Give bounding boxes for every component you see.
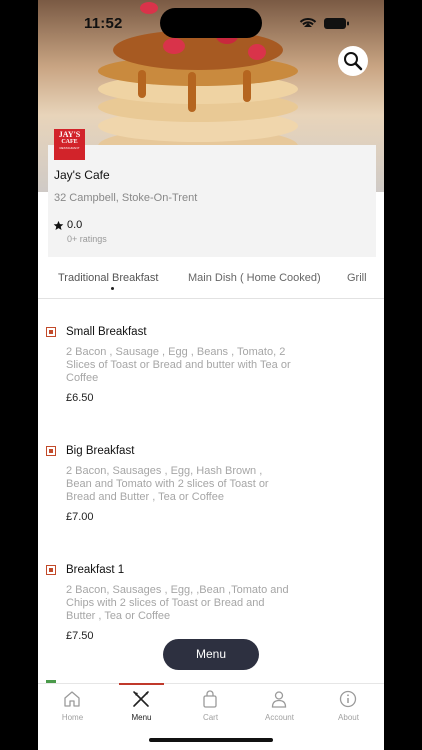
star-icon <box>53 220 64 230</box>
rating-value: 0.0 <box>67 219 83 231</box>
menu-item[interactable]: Breakfast 1 2 Bacon, Sausages , Egg, ,Be… <box>46 564 376 644</box>
item-description: 2 Bacon, Sausages , Egg, Hash Brown , Be… <box>66 465 269 503</box>
rating: 0.0 <box>53 219 82 231</box>
restaurant-logo: JAY'S CAFE RESTAURANT <box>54 129 85 160</box>
menu-item[interactable]: Big Breakfast 2 Bacon, Sausages , Egg, H… <box>46 445 376 525</box>
home-indicator <box>149 738 273 742</box>
item-price: £6.50 <box>66 392 94 404</box>
nav-about[interactable]: About <box>314 684 383 726</box>
strawberry <box>163 38 185 54</box>
app-screen: 11:52 JAY'S CAFE RESTAURANT Jay's Cafe 3… <box>38 0 384 750</box>
item-price: £7.50 <box>66 630 94 642</box>
category-tabs: Traditional Breakfast Main Dish ( Home C… <box>38 262 384 299</box>
strawberry <box>248 44 266 60</box>
caramel-drip <box>188 72 196 112</box>
restaurant-info-card: JAY'S CAFE RESTAURANT Jay's Cafe 32 Camp… <box>48 129 376 257</box>
status-icons <box>298 14 358 32</box>
search-icon <box>344 52 363 71</box>
restaurant-address: 32 Campbell, Stoke-On-Trent <box>54 192 198 204</box>
item-description: 2 Bacon , Sausage , Egg , Beans , Tomato… <box>66 346 291 384</box>
active-tab-indicator <box>111 287 114 290</box>
nav-label: Home <box>61 713 84 722</box>
active-nav-indicator <box>119 683 164 685</box>
tab-grill[interactable]: Grill <box>347 272 367 284</box>
tab-main-dish[interactable]: Main Dish ( Home Cooked) <box>188 272 321 284</box>
caramel-drip <box>138 70 146 98</box>
item-title: Small Breakfast <box>66 326 147 338</box>
item-checkbox[interactable] <box>46 565 56 575</box>
item-checkbox[interactable] <box>46 446 56 456</box>
search-button[interactable] <box>338 46 368 76</box>
battery-icon <box>324 18 349 29</box>
wifi-icon <box>299 18 317 27</box>
nav-label: Account <box>265 713 294 722</box>
item-checkbox[interactable] <box>46 327 56 337</box>
dynamic-island <box>160 8 262 38</box>
nav-cart[interactable]: Cart <box>176 684 245 726</box>
caramel-drip <box>243 70 251 102</box>
nav-label: Menu <box>131 713 152 722</box>
strawberry <box>140 2 158 14</box>
status-time: 11:52 <box>84 15 123 32</box>
tab-traditional-breakfast[interactable]: Traditional Breakfast <box>58 272 158 284</box>
item-title: Big Breakfast <box>66 445 135 457</box>
nav-menu[interactable]: Menu <box>107 683 176 726</box>
bag-icon <box>203 690 217 708</box>
nav-home[interactable]: Home <box>38 684 107 726</box>
item-price: £7.00 <box>66 511 94 523</box>
nav-label: Cart <box>202 713 219 722</box>
home-icon <box>64 691 80 707</box>
item-title: Breakfast 1 <box>66 564 125 576</box>
ratings-count: 0+ ratings <box>67 234 107 244</box>
info-icon <box>339 690 357 708</box>
restaurant-name: Jay's Cafe <box>54 168 110 182</box>
item-description: 2 Bacon, Sausages , Egg, ,Bean ,Tomato a… <box>66 584 289 622</box>
cutlery-icon <box>133 691 149 707</box>
menu-item[interactable]: Small Breakfast 2 Bacon , Sausage , Egg … <box>46 326 376 406</box>
nav-account[interactable]: Account <box>245 684 314 726</box>
nav-label: About <box>338 713 359 722</box>
person-icon <box>271 691 287 708</box>
menu-button[interactable]: Menu <box>163 639 259 670</box>
